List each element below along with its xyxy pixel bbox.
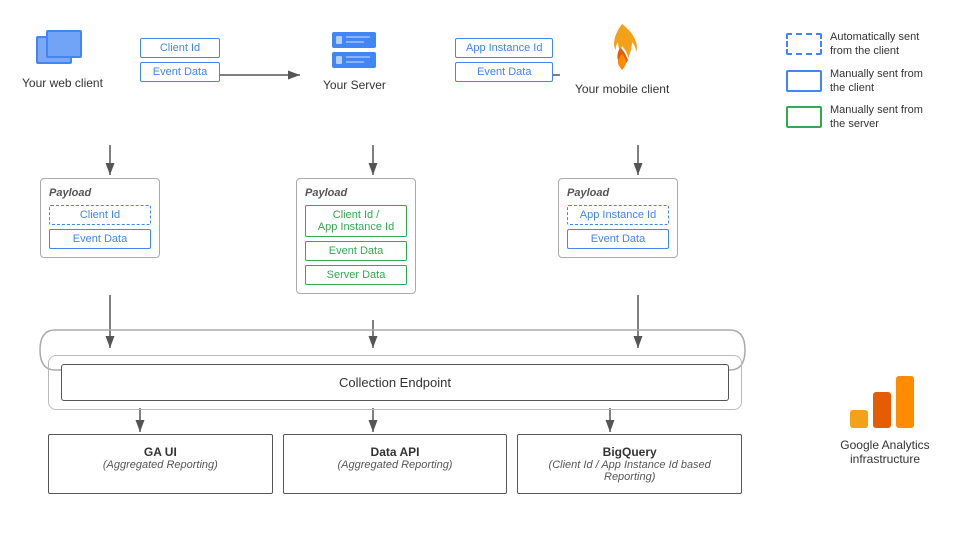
mobile-payload: Payload App Instance Id Event Data — [558, 178, 678, 258]
legend: Automatically sent from the client Manua… — [786, 30, 940, 132]
legend-manual-server-label: Manually sent from the server — [830, 103, 940, 132]
mobile-payload-instance-id: App Instance Id — [567, 205, 669, 225]
mobile-data-boxes: App Instance Id Event Data — [455, 38, 553, 82]
legend-auto-label: Automatically sent from the client — [830, 30, 940, 59]
web-client-id-box: Client Id — [140, 38, 220, 58]
web-client-section: Your web client — [22, 28, 103, 90]
legend-box-solid-blue — [786, 70, 822, 92]
legend-box-dashed — [786, 33, 822, 55]
legend-box-solid-green — [786, 106, 822, 128]
server-payload-event-data: Event Data — [305, 241, 407, 261]
server-payload-id: Client Id /App Instance Id — [305, 205, 407, 237]
bigquery-title: BigQuery — [526, 445, 733, 459]
bigquery-subtitle: (Client Id / App Instance Id based Repor… — [526, 459, 733, 483]
web-payload: Payload Client Id Event Data — [40, 178, 160, 258]
web-payload-client-id: Client Id — [49, 205, 151, 225]
mobile-payload-event-data: Event Data — [567, 229, 669, 249]
data-api-title: Data API — [292, 445, 499, 459]
collection-outer-border: Collection Endpoint — [48, 355, 742, 410]
server-payload-server-data: Server Data — [305, 265, 407, 285]
diagram: Automatically sent from the client Manua… — [0, 0, 960, 540]
mobile-client-icon — [598, 20, 646, 78]
output-bigquery: BigQuery (Client Id / App Instance Id ba… — [517, 434, 742, 494]
legend-item-manual-client: Manually sent from the client — [786, 67, 940, 96]
web-payload-label: Payload — [49, 187, 151, 199]
server-payload-label: Payload — [305, 187, 407, 199]
server-icon — [328, 28, 380, 74]
server-section: Your Server — [323, 28, 386, 92]
web-payload-event-data: Event Data — [49, 229, 151, 249]
collection-endpoint-box: Collection Endpoint — [61, 364, 729, 401]
mobile-client-section: Your mobile client — [575, 20, 669, 96]
mobile-client-label: Your mobile client — [575, 82, 669, 96]
ga-ui-title: GA UI — [57, 445, 264, 459]
mobile-event-data-box: Event Data — [455, 62, 553, 82]
web-data-boxes: Client Id Event Data — [140, 38, 220, 82]
server-payload: Payload Client Id /App Instance Id Event… — [296, 178, 416, 294]
web-client-label: Your web client — [22, 76, 103, 90]
legend-item-auto: Automatically sent from the client — [786, 30, 940, 59]
data-api-subtitle: (Aggregated Reporting) — [292, 459, 499, 471]
web-client-icon — [34, 28, 90, 72]
legend-manual-client-label: Manually sent from the client — [830, 67, 940, 96]
web-payload-items: Client Id Event Data — [49, 205, 151, 249]
ga-label: Google Analytics infrastructure — [830, 438, 940, 466]
outputs-row: GA UI (Aggregated Reporting) Data API (A… — [48, 434, 742, 494]
mobile-payload-items: App Instance Id Event Data — [567, 205, 669, 249]
server-label: Your Server — [323, 78, 386, 92]
ga-infrastructure: Google Analytics infrastructure — [830, 370, 940, 466]
legend-item-manual-server: Manually sent from the server — [786, 103, 940, 132]
ga-ui-subtitle: (Aggregated Reporting) — [57, 459, 264, 471]
mobile-payload-label: Payload — [567, 187, 669, 199]
output-data-api: Data API (Aggregated Reporting) — [283, 434, 508, 494]
web-event-data-box: Event Data — [140, 62, 220, 82]
output-ga-ui: GA UI (Aggregated Reporting) — [48, 434, 273, 494]
server-payload-items: Client Id /App Instance Id Event Data Se… — [305, 205, 407, 285]
mobile-instance-id-box: App Instance Id — [455, 38, 553, 58]
collection-endpoint-label: Collection Endpoint — [339, 375, 451, 390]
ga-bars-icon — [845, 370, 925, 430]
collection-section: Collection Endpoint — [48, 355, 742, 410]
